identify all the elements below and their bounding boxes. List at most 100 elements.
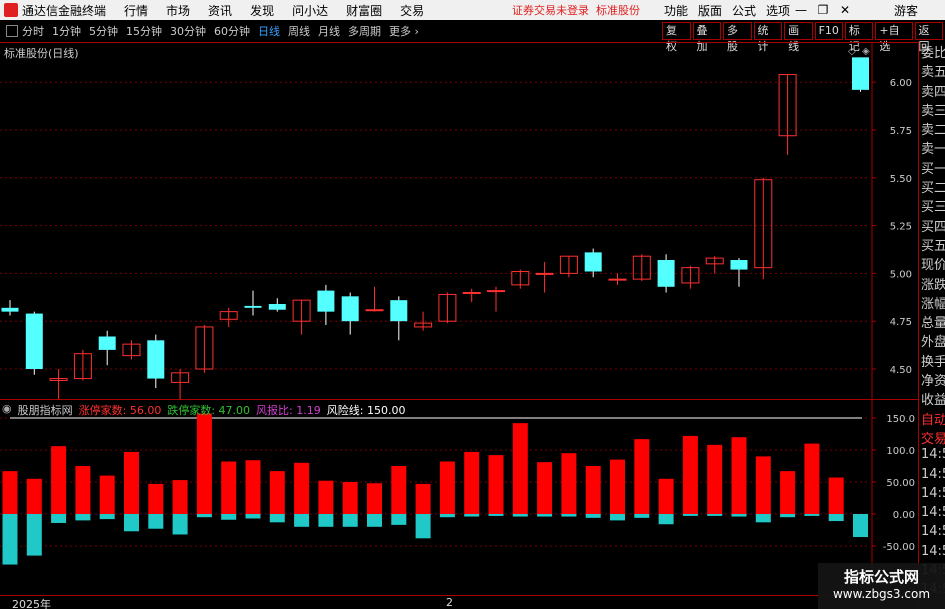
up-limit-bar [269, 471, 285, 514]
restore-icon[interactable]: ❐ [812, 3, 834, 17]
close-icon[interactable]: ✕ [834, 3, 856, 17]
period-multi[interactable]: 多周期 [348, 23, 381, 39]
side-label-20[interactable]: 交易 [919, 428, 945, 447]
side-label-7[interactable]: 买二 [919, 177, 945, 196]
side-label-1[interactable]: 卖五 [919, 61, 945, 80]
tool-draw-line[interactable]: 画线 [784, 22, 813, 53]
tool-f10[interactable]: F10 [814, 22, 843, 40]
menu-discover[interactable]: 发现 [250, 2, 274, 19]
up-limit-bar [342, 482, 358, 514]
tool-restore-rights[interactable]: 复权 [662, 22, 691, 53]
period-15min[interactable]: 15分钟 [126, 23, 162, 39]
side-label-2[interactable]: 卖四 [919, 81, 945, 100]
month-label: 2 [446, 596, 453, 609]
tool-back[interactable]: 返回 [914, 22, 944, 53]
period-daily[interactable]: 日线 [258, 23, 280, 39]
y-tick-label: 5.50 [890, 174, 912, 185]
side-label-22[interactable]: 14:56 [919, 467, 945, 486]
menu-ask[interactable]: 问小达 [292, 2, 328, 19]
up-limit-bar [780, 471, 796, 514]
side-label-15[interactable]: 外盘 [919, 331, 945, 350]
down-limit-bar [439, 514, 455, 518]
indicator-chart[interactable]: 150.0 100.0 50.00 0.00 -50.00 [0, 400, 918, 596]
menu-function[interactable]: 功能 [664, 2, 688, 19]
side-label-5[interactable]: 卖一 [919, 138, 945, 157]
up-limit-bar [99, 475, 115, 514]
period-5min[interactable]: 5分钟 [89, 23, 118, 39]
menu-wealth[interactable]: 财富圈 [346, 2, 382, 19]
indicator-name[interactable]: 股朋指标网 [18, 402, 73, 418]
up-limit-bar [610, 459, 625, 514]
side-label-18[interactable]: 收益 [919, 389, 945, 408]
menu-bar: 通达信金融终端 行情 市场 资讯 发现 问小达 财富圈 交易 证券交易未登录 标… [0, 0, 945, 20]
up-limit-bar [148, 483, 164, 514]
year-label: 2025年 [12, 598, 51, 609]
legend-down-limit-label: 跌停家数: [167, 404, 216, 417]
side-label-24[interactable]: 14:56 [919, 505, 945, 524]
up-limit-bar [367, 483, 382, 514]
up-limit-bar [318, 480, 334, 514]
tool-mark[interactable]: 标记 [844, 22, 874, 53]
side-label-19[interactable]: 自动 [919, 409, 945, 428]
menu-options[interactable]: 选项 [766, 2, 790, 19]
side-label-17[interactable]: 净资 [919, 370, 945, 389]
period-more-label: 更多 [389, 25, 411, 38]
indicator-panel[interactable]: 150.0 100.0 50.00 0.00 -50.00 ◉ 股朋指标网 涨停家数: … [0, 399, 918, 596]
menu-formula[interactable]: 公式 [732, 2, 756, 19]
period-30min[interactable]: 30分钟 [170, 23, 206, 39]
kline-panel[interactable]: 7.006.756.506.256.005.755.505.255.004.75… [0, 42, 918, 399]
app-logo-icon [4, 3, 18, 17]
minimize-icon[interactable]: — [790, 3, 812, 17]
menu-trade[interactable]: 交易 [400, 2, 424, 19]
login-status[interactable]: 证券交易未登录 标准股份 [512, 2, 640, 18]
up-limit-bar [221, 461, 237, 514]
y-tick-label: 4.75 [890, 317, 912, 328]
collapse-icon[interactable]: ◉ [2, 402, 12, 418]
side-label-16[interactable]: 换手 [919, 351, 945, 370]
side-label-6[interactable]: 买一 [919, 158, 945, 177]
down-limit-bar [537, 514, 553, 517]
period-monthly[interactable]: 月线 [318, 23, 340, 39]
period-60min[interactable]: 60分钟 [214, 23, 250, 39]
up-limit-bar [245, 460, 261, 514]
side-label-4[interactable]: 卖二 [919, 119, 945, 138]
side-label-14[interactable]: 总量 [919, 312, 945, 331]
legend-up-limit: 涨停家数: 56.00 [79, 402, 162, 418]
period-1min[interactable]: 1分钟 [52, 23, 81, 39]
down-limit-bar [658, 514, 674, 525]
side-label-3[interactable]: 卖三 [919, 100, 945, 119]
down-limit-bar [2, 514, 18, 565]
menu-quotes[interactable]: 行情 [124, 2, 148, 19]
menu-market[interactable]: 市场 [166, 2, 190, 19]
period-intraday[interactable]: 分时 [22, 23, 44, 39]
side-label-23[interactable]: 14:56 [919, 486, 945, 505]
up-limit-bar [707, 444, 723, 514]
side-label-12[interactable]: 涨跌 [919, 274, 945, 293]
tool-overlay[interactable]: 叠加 [692, 22, 722, 53]
down-limit-bar [804, 514, 820, 516]
side-label-0[interactable]: 委比 [919, 42, 945, 61]
side-label-10[interactable]: 买五 [919, 235, 945, 254]
side-label-8[interactable]: 买三 [919, 196, 945, 215]
tool-statistics[interactable]: 统计 [753, 22, 783, 53]
side-label-21[interactable]: 14:56 [919, 447, 945, 466]
kline-chart[interactable]: 7.006.756.506.256.005.755.505.255.004.75… [0, 43, 918, 399]
candle-body [268, 303, 286, 310]
up-limit-bar [634, 439, 650, 514]
candle-body [365, 309, 384, 312]
period-checkbox[interactable] [6, 25, 18, 37]
period-weekly[interactable]: 周线 [288, 23, 310, 39]
side-label-11[interactable]: 现价 [919, 254, 945, 273]
tool-multi-stock[interactable]: 多股 [723, 22, 752, 53]
tool-add-watchlist[interactable]: +自选 [875, 22, 913, 53]
menu-news[interactable]: 资讯 [208, 2, 232, 19]
side-label-9[interactable]: 买四 [919, 216, 945, 235]
legend-down-limit-value: 47.00 [218, 404, 251, 417]
side-label-13[interactable]: 涨幅 [919, 293, 945, 312]
side-label-26[interactable]: 14:56 [919, 544, 945, 563]
chevron-right-icon: › [414, 25, 419, 38]
side-label-25[interactable]: 14:56 [919, 524, 945, 543]
menu-layout[interactable]: 版面 [698, 2, 722, 19]
period-more[interactable]: 更多 › [389, 23, 419, 39]
guest-user[interactable]: 游客 [894, 2, 918, 19]
